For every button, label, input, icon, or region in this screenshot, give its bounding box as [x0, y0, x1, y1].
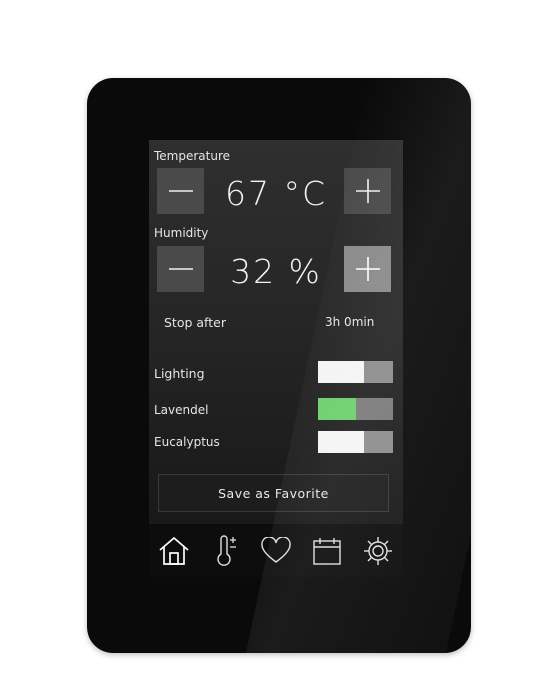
plus-icon — [355, 257, 380, 281]
nav-settings-button[interactable] — [359, 531, 397, 571]
home-icon — [159, 536, 189, 565]
eucalyptus-toggle[interactable] — [318, 431, 393, 453]
temperature-value: 67 °C — [224, 174, 328, 213]
bottom-navigation-bar — [149, 524, 403, 577]
control-panel-device: Temperature 67 °C Humidity 32 % Stop aft… — [87, 78, 471, 653]
plus-icon — [355, 179, 380, 203]
toggle-off-segment — [356, 398, 393, 420]
humidity-increase-button[interactable] — [344, 246, 391, 292]
toggle-on-segment — [318, 361, 364, 383]
calendar-icon — [313, 537, 341, 565]
minus-icon — [168, 190, 193, 192]
toggle-on-segment — [318, 398, 356, 420]
humidity-label: Humidity — [154, 226, 209, 240]
humidity-value: 32 % — [230, 252, 322, 291]
toggle-on-segment — [318, 431, 364, 453]
nav-favorites-button[interactable] — [257, 531, 295, 571]
minus-icon — [168, 268, 193, 270]
eucalyptus-label: Eucalyptus — [154, 435, 220, 449]
touch-screen: Temperature 67 °C Humidity 32 % Stop aft… — [149, 140, 403, 577]
nav-temperature-button[interactable] — [206, 531, 244, 571]
save-as-favorite-button[interactable]: Save as Favorite — [158, 474, 389, 512]
temperature-decrease-button[interactable] — [157, 168, 204, 214]
stop-after-value[interactable]: 3h 0min — [325, 315, 374, 329]
toggle-off-segment — [364, 361, 393, 383]
humidity-decrease-button[interactable] — [157, 246, 204, 292]
lighting-toggle[interactable] — [318, 361, 393, 383]
lavendel-toggle[interactable] — [318, 398, 393, 420]
lighting-label: Lighting — [154, 366, 205, 381]
lavendel-label: Lavendel — [154, 403, 209, 417]
settings-gear-icon — [364, 536, 392, 565]
toggle-off-segment — [364, 431, 393, 453]
temperature-label: Temperature — [154, 149, 231, 163]
stop-after-label: Stop after — [164, 315, 226, 330]
heart-icon — [261, 536, 291, 563]
temperature-increase-button[interactable] — [344, 168, 391, 214]
nav-schedule-button[interactable] — [308, 531, 346, 571]
nav-home-button[interactable] — [155, 531, 193, 571]
thermometer-icon — [217, 534, 236, 566]
